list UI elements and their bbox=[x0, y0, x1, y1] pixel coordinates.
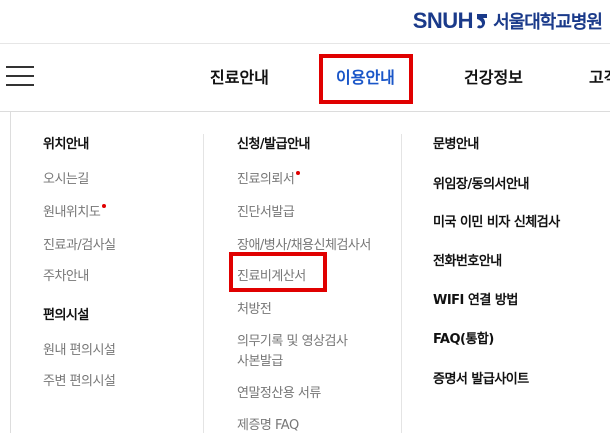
menu-item-consent-forms[interactable]: 위임장/동의서안내 bbox=[433, 173, 529, 192]
menu-item-medical-records[interactable]: 의무기록 및 영상검사 bbox=[237, 330, 348, 349]
nav-item-clinic-guide[interactable]: 진료안내 bbox=[210, 64, 269, 88]
menu-item-phone-directory[interactable]: 전화번호안내 bbox=[433, 250, 502, 269]
menu-item-us-visa-exam[interactable]: 미국 이민 비자 신체검사 bbox=[433, 211, 560, 230]
brand-mark-icon bbox=[475, 12, 489, 30]
billing-statement-highlight bbox=[229, 252, 327, 292]
menu-item-prescription[interactable]: 처방전 bbox=[237, 298, 272, 317]
main-nav: 진료안내 이용안내 건강정보 고객 bbox=[0, 44, 610, 112]
menu-heading-certificates[interactable]: 신청/발급안내 bbox=[237, 133, 311, 152]
menu-item-floor-map[interactable]: 원내위치도 bbox=[43, 201, 107, 220]
menu-item-certificate-faq[interactable]: 제증명 FAQ bbox=[237, 414, 299, 433]
menu-item-directions[interactable]: 오시는길 bbox=[43, 168, 89, 187]
menu-item-referral[interactable]: 진료의뢰서 bbox=[237, 168, 301, 187]
menu-item-inner-facilities[interactable]: 원내 편의시설 bbox=[43, 339, 116, 358]
column-divider bbox=[401, 134, 402, 433]
nav-item-customer[interactable]: 고객 bbox=[589, 64, 610, 88]
brand-bar: SNUH 서울대학교병원 bbox=[0, 0, 610, 44]
new-dot-icon bbox=[296, 171, 301, 175]
brand-name: 서울대학교병원 bbox=[493, 12, 603, 33]
menu-item-diagnosis-cert[interactable]: 진단서발급 bbox=[237, 201, 295, 220]
menu-item-medical-records-cont[interactable]: 사본발급 bbox=[237, 350, 283, 369]
menu-item-wifi[interactable]: WIFI 연결 방법 bbox=[433, 289, 518, 308]
menu-item-label: 원내위치도 bbox=[43, 205, 101, 220]
menu-item-faq[interactable]: FAQ(통합) bbox=[433, 328, 494, 347]
hamburger-menu-icon[interactable] bbox=[6, 66, 34, 86]
new-dot-icon bbox=[102, 204, 107, 208]
menu-item-nearby-facilities[interactable]: 주변 편의시설 bbox=[43, 370, 116, 389]
menu-item-tax-documents[interactable]: 연말정산용 서류 bbox=[237, 382, 321, 401]
menu-item-physical-exam[interactable]: 장애/병사/채용신체검사서 bbox=[237, 234, 371, 253]
menu-item-visiting[interactable]: 문병안내 bbox=[433, 133, 479, 152]
brand-logo-text: SNUH bbox=[412, 8, 474, 33]
brand-logo-link[interactable]: SNUH 서울대학교병원 bbox=[412, 8, 603, 34]
menu-item-departments[interactable]: 진료과/검사실 bbox=[43, 234, 116, 253]
menu-heading-location[interactable]: 위치안내 bbox=[43, 133, 89, 152]
menu-item-label: 진료의뢰서 bbox=[237, 172, 295, 187]
menu-item-cert-site[interactable]: 증명서 발급사이트 bbox=[433, 368, 529, 387]
column-divider bbox=[203, 134, 204, 433]
menu-item-parking[interactable]: 주차안내 bbox=[43, 265, 89, 284]
nav-item-health-info[interactable]: 건강정보 bbox=[464, 64, 523, 88]
menu-heading-facilities[interactable]: 편의시설 bbox=[43, 304, 89, 323]
active-nav-highlight bbox=[319, 54, 413, 104]
